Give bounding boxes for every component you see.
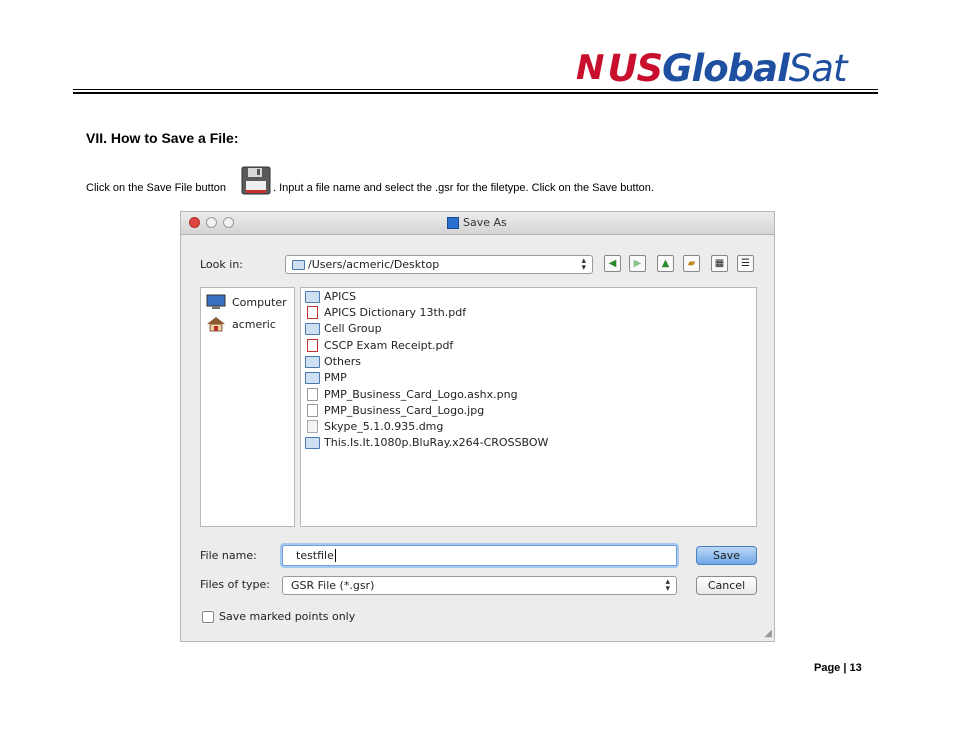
list-item[interactable]: Skype_5.1.0.935.dmg — [305, 420, 443, 433]
save-as-dialog: Save As Look in: /Users/acmeric/Desktop … — [180, 211, 775, 642]
minimize-window-icon[interactable] — [206, 217, 217, 228]
parent-directory-button[interactable]: ▲ — [657, 255, 674, 272]
folder-icon — [305, 371, 320, 384]
sidebar-item-computer[interactable]: Computer — [206, 294, 287, 310]
sidebar-item-label: acmeric — [232, 317, 276, 331]
list-view-button[interactable]: ▦ — [711, 255, 728, 272]
list-item[interactable]: APICS Dictionary 13th.pdf — [305, 306, 466, 319]
header-rule-thick — [73, 92, 878, 94]
detail-view-button[interactable]: ☰ — [737, 255, 754, 272]
file-name-value: testfile — [296, 549, 334, 562]
file-type-value: GSR File (*.gsr) — [291, 579, 375, 592]
chevron-updown-icon: ▴ ▾ — [665, 577, 670, 594]
list-item[interactable]: PMP_Business_Card_Logo.ashx.png — [305, 388, 518, 401]
home-icon — [207, 317, 225, 332]
disk-image-icon — [307, 420, 318, 433]
file-name: This.Is.It.1080p.BluRay.x264-CROSSBOW — [324, 436, 549, 449]
file-name-input[interactable]: testfile — [282, 545, 677, 566]
look-in-label: Look in: — [200, 258, 243, 271]
folder-icon — [305, 322, 320, 335]
chevron-updown-icon: ▴ ▾ — [581, 256, 586, 273]
dialog-titlebar: Save As — [181, 212, 774, 235]
list-item[interactable]: CSCP Exam Receipt.pdf — [305, 339, 453, 352]
folder-icon — [305, 436, 320, 449]
save-as-title-icon — [447, 216, 459, 229]
folder-icon — [305, 355, 320, 368]
page-number: Page | 13 — [814, 662, 862, 674]
header-rule-thin — [73, 89, 878, 90]
look-in-select[interactable]: /Users/acmeric/Desktop ▴ ▾ — [285, 255, 593, 274]
detail-view-icon: ☰ — [741, 258, 750, 269]
save-marked-points-checkbox[interactable]: Save marked points only — [202, 610, 355, 623]
back-arrow-icon: ◀ — [608, 258, 617, 269]
list-item[interactable]: PMP_Business_Card_Logo.jpg — [305, 404, 484, 417]
computer-icon — [206, 294, 226, 309]
usglobalsat-logo: N US Global Sat — [576, 46, 848, 90]
sidebar-pane: Computer acmeric — [200, 287, 295, 527]
sidebar-item-label: Computer — [232, 295, 287, 309]
logo-sat: Sat — [788, 46, 848, 90]
list-item[interactable]: APICS — [305, 290, 356, 303]
file-name-label: File name: — [200, 549, 257, 562]
logo-global: Global — [662, 46, 790, 90]
logo-mark: N — [576, 48, 604, 88]
file-name: Others — [324, 355, 361, 368]
sidebar-item-acmeric[interactable]: acmeric — [206, 316, 276, 332]
look-in-path: /Users/acmeric/Desktop — [308, 258, 440, 271]
close-window-icon[interactable] — [189, 217, 200, 228]
pdf-file-icon — [307, 339, 318, 352]
folder-icon — [305, 290, 320, 303]
file-name: Skype_5.1.0.935.dmg — [324, 420, 444, 433]
file-name: APICS Dictionary 13th.pdf — [324, 306, 467, 319]
instruction-text-start: Click on the Save File button — [86, 182, 227, 194]
floppy-save-icon — [241, 166, 271, 195]
folder-icon — [292, 259, 305, 270]
resize-grip-icon[interactable]: ◢ — [764, 629, 772, 639]
new-folder-icon: ▰ — [687, 258, 696, 269]
save-button[interactable]: Save — [696, 546, 757, 565]
file-name: CSCP Exam Receipt.pdf — [324, 339, 454, 352]
checkbox-label: Save marked points only — [219, 610, 356, 623]
list-item[interactable]: This.Is.It.1080p.BluRay.x264-CROSSBOW — [305, 436, 548, 449]
up-arrow-icon: ▲ — [661, 258, 670, 269]
file-type-label: Files of type: — [200, 578, 271, 591]
new-folder-button[interactable]: ▰ — [683, 255, 700, 272]
zoom-window-icon[interactable] — [223, 217, 234, 228]
list-item[interactable]: PMP — [305, 371, 347, 384]
logo-us: US — [607, 46, 663, 90]
pdf-file-icon — [307, 306, 318, 319]
list-item[interactable]: Others — [305, 355, 361, 368]
checkbox-box[interactable] — [202, 610, 214, 623]
cancel-button[interactable]: Cancel — [696, 576, 757, 595]
image-file-icon — [307, 404, 318, 417]
forward-button[interactable]: ▶ — [629, 255, 646, 272]
dialog-title: Save As — [447, 216, 507, 229]
forward-arrow-icon: ▶ — [633, 258, 642, 269]
list-item[interactable]: Cell Group — [305, 322, 382, 335]
image-file-icon — [307, 388, 318, 401]
back-button[interactable]: ◀ — [604, 255, 621, 272]
file-type-select[interactable]: GSR File (*.gsr) ▴ ▾ — [282, 576, 677, 595]
dialog-title-text: Save As — [463, 216, 507, 229]
list-view-icon: ▦ — [714, 258, 725, 269]
file-name: PMP — [324, 371, 347, 384]
file-list-pane: APICS APICS Dictionary 13th.pdf Cell Gro… — [300, 287, 757, 527]
section-heading: VII. How to Save a File: — [86, 130, 239, 146]
file-name: PMP_Business_Card_Logo.jpg — [324, 404, 485, 417]
text-caret — [334, 549, 336, 562]
file-name: PMP_Business_Card_Logo.ashx.png — [324, 388, 518, 401]
file-name: APICS — [324, 290, 357, 303]
file-name: Cell Group — [324, 322, 382, 335]
instruction-text-end: . Input a file name and select the .gsr … — [273, 182, 654, 194]
